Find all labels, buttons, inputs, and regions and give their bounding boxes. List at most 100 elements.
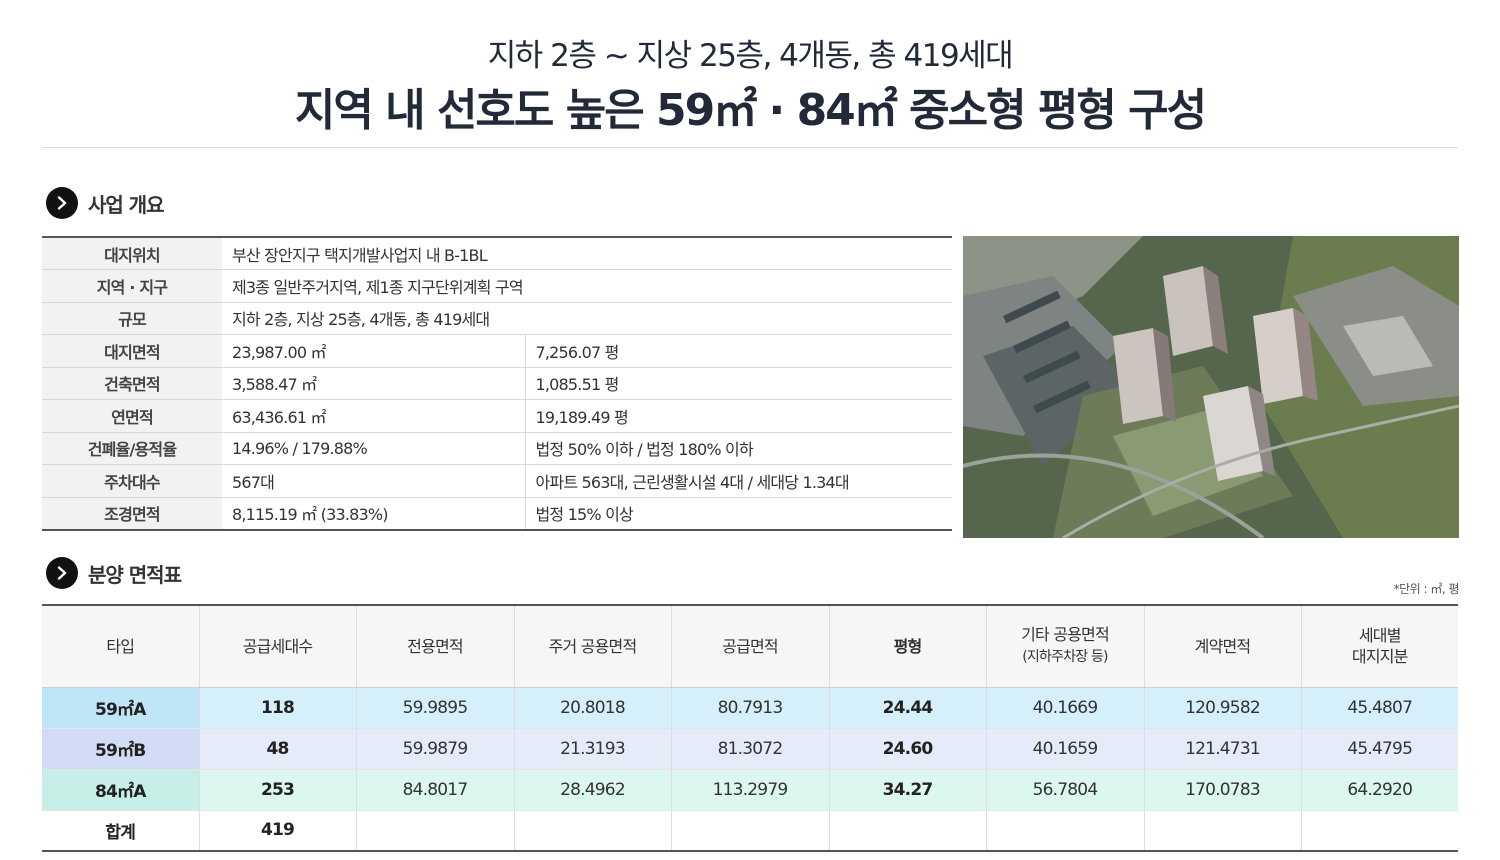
overview-row-value: 63,436.61 ㎡ — [222, 399, 526, 433]
area-row: 합계 419 — [42, 810, 1458, 851]
overview-row-value: 8,115.19 ㎡ (33.83%) — [222, 497, 526, 530]
overview-row-value: 567대 — [222, 464, 526, 498]
area-table: 타입 공급세대수 전용면적 주거 공용면적 공급면적 평형 기타 공용면적 (지하… — [42, 604, 1458, 852]
overview-row-value-secondary: 법정 15% 이상 — [535, 505, 634, 524]
area-table-header-row: 타입 공급세대수 전용면적 주거 공용면적 공급면적 평형 기타 공용면적 (지하… — [42, 605, 1458, 688]
area-cell-pyeong: 24.44 — [829, 687, 987, 729]
overview-row: 지역 · 지구 제3종 일반주거지역, 제1종 지구단위계획 구역 — [42, 269, 952, 303]
area-row: 59㎡B 48 59.9879 21.3193 81.3072 24.60 40.1659 1… — [42, 728, 1458, 770]
area-cell-pyeong: 34.27 — [829, 769, 987, 811]
area-cell-units: 48 — [199, 728, 357, 770]
col-header-land-share: 세대별 대지지분 — [1301, 605, 1458, 688]
area-cell-res-common: 28.4962 — [514, 769, 672, 811]
area-cell-res-common: 21.3193 — [514, 728, 672, 770]
overview-heading-label: 사업 개요 — [88, 192, 165, 217]
area-cell-contract — [1144, 810, 1302, 851]
overview-row-label: 주차대수 — [42, 464, 222, 498]
overview-row: 건폐율/용적율 14.96% / 179.88% 법정 50% 이하 / 법정 18… — [42, 432, 952, 465]
area-cell-exclusive — [356, 810, 515, 851]
areas-section-heading: 분양 면적표 — [46, 557, 182, 589]
area-cell-land — [1301, 810, 1458, 851]
area-cell-units: 419 — [199, 810, 357, 851]
overview-row-label: 규모 — [42, 302, 222, 335]
overview-row-label: 건폐율/용적율 — [42, 432, 222, 465]
col-header-type: 타입 — [42, 605, 200, 688]
area-cell-type: 합계 — [42, 810, 200, 851]
overview-row-value-secondary: 법정 50% 이하 / 법정 180% 이하 — [525, 432, 952, 465]
area-cell-type: 59㎡B — [42, 728, 200, 770]
area-cell-other-common: 40.1659 — [986, 728, 1145, 770]
col-header-pyeong: 평형 — [829, 605, 987, 688]
overview-row-label: 지역 · 지구 — [42, 269, 222, 303]
area-row: 84㎡A 253 84.8017 28.4962 113.2979 34.27 56.780… — [42, 769, 1458, 811]
overview-row-value: 지하 2층, 지상 25층, 4개동, 총 419세대 — [222, 302, 952, 335]
overview-row: 건축면적 3,588.47 ㎡ 1,085.51 평 — [42, 367, 952, 400]
overview-row-value-secondary: 1,085.51 평 — [525, 367, 952, 400]
col-header-residential-common: 주거 공용면적 — [514, 605, 672, 688]
overview-row-label: 연면적 — [42, 399, 222, 433]
col-header-exclusive: 전용면적 — [356, 605, 515, 688]
area-cell-land: 45.4795 — [1301, 728, 1458, 770]
overview-row: 대지위치 부산 장안지구 택지개발사업지 내 B-1BL — [42, 237, 952, 270]
area-cell-supply: 80.7913 — [671, 687, 830, 729]
area-cell-land: 64.2920 — [1301, 769, 1458, 811]
col-header-other-common-line1: 기타 공용면적 — [1021, 625, 1110, 645]
area-cell-supply: 113.2979 — [671, 769, 830, 811]
area-cell-exclusive: 84.8017 — [356, 769, 515, 811]
site-aerial-photo — [963, 236, 1459, 538]
area-cell-exclusive: 59.9895 — [356, 687, 515, 729]
chevron-right-icon — [46, 557, 78, 589]
area-cell-type: 59㎡A — [42, 687, 200, 729]
area-cell-type: 84㎡A — [42, 769, 200, 811]
area-cell-contract: 170.0783 — [1144, 769, 1302, 811]
overview-row: 규모 지하 2층, 지상 25층, 4개동, 총 419세대 — [42, 302, 952, 335]
overview-row-value: 부산 장안지구 택지개발사업지 내 B-1BL — [222, 237, 952, 270]
area-cell-pyeong — [829, 810, 987, 851]
area-cell-units: 118 — [199, 687, 357, 729]
areas-heading-label: 분양 면적표 — [88, 562, 182, 587]
area-cell-res-common: 20.8018 — [514, 687, 672, 729]
col-header-contract: 계약면적 — [1144, 605, 1302, 688]
area-cell-res-common — [514, 810, 672, 851]
overview-row: 대지면적 23,987.00 ㎡ 7,256.07 평 — [42, 334, 952, 368]
overview-row: 연면적 63,436.61 ㎡ 19,189.49 평 — [42, 399, 952, 433]
overview-table: 대지위치 부산 장안지구 택지개발사업지 내 B-1BL 지역 · 지구 제3종 일반… — [42, 236, 952, 531]
area-cell-supply: 81.3072 — [671, 728, 830, 770]
area-cell-other-common: 40.1669 — [986, 687, 1145, 729]
page-subtitle: 지하 2층 ~ 지상 25층, 4개동, 총 419세대 — [487, 38, 1014, 74]
overview-row-value-secondary: 7,256.07 평 — [525, 334, 952, 368]
unit-note: *단위 : ㎡, 평 — [1393, 582, 1460, 596]
area-cell-other-common — [986, 810, 1145, 851]
overview-row-label: 대지면적 — [42, 334, 222, 368]
overview-section-heading: 사업 개요 — [46, 187, 165, 219]
area-cell-units: 253 — [199, 769, 357, 811]
overview-row: 조경면적 8,115.19 ㎡ (33.83%) 법정 15% 이상 — [42, 497, 952, 530]
area-cell-other-common: 56.7804 — [986, 769, 1145, 811]
area-cell-exclusive: 59.9879 — [356, 728, 515, 770]
overview-row-value: 3,588.47 ㎡ — [222, 367, 526, 400]
col-header-land-share-line2: 대지지분 — [1351, 647, 1408, 667]
overview-row-label: 대지위치 — [42, 237, 222, 270]
header-divider — [42, 147, 1458, 148]
overview-row-label: 조경면적 — [42, 497, 222, 530]
area-cell-contract: 121.4731 — [1144, 728, 1302, 770]
col-header-units: 공급세대수 — [199, 605, 357, 688]
col-header-other-common: 기타 공용면적 (지하주차장 등) — [986, 605, 1145, 688]
overview-row-value: 14.96% / 179.88% — [222, 432, 526, 465]
area-cell-pyeong: 24.60 — [829, 728, 987, 770]
area-cell-contract: 120.9582 — [1144, 687, 1302, 729]
overview-row-label: 건축면적 — [42, 367, 222, 400]
col-header-land-share-line1: 세대별 — [1358, 626, 1402, 646]
page-title: 지역 내 선호도 높은 59㎡ · 84㎡ 중소형 평형 구성 — [294, 85, 1207, 136]
col-header-supply: 공급면적 — [671, 605, 830, 688]
overview-row-value-secondary: 아파트 563대, 근린생활시설 4대 / 세대당 1.34대 — [525, 464, 952, 498]
overview-row: 주차대수 567대 아파트 563대, 근린생활시설 4대 / 세대당 1.34대 — [42, 464, 952, 498]
area-cell-land: 45.4807 — [1301, 687, 1458, 729]
overview-row-value: 23,987.00 ㎡ — [222, 334, 526, 368]
overview-row-value-secondary: 19,189.49 평 — [525, 399, 952, 433]
area-row: 59㎡A 118 59.9895 20.8018 80.7913 24.44 40.1669… — [42, 687, 1458, 729]
area-cell-supply — [671, 810, 830, 851]
overview-row-value: 제3종 일반주거지역, 제1종 지구단위계획 구역 — [222, 269, 952, 303]
chevron-right-icon — [46, 187, 78, 219]
col-header-other-common-line2: (지하주차장 등) — [1022, 649, 1108, 666]
